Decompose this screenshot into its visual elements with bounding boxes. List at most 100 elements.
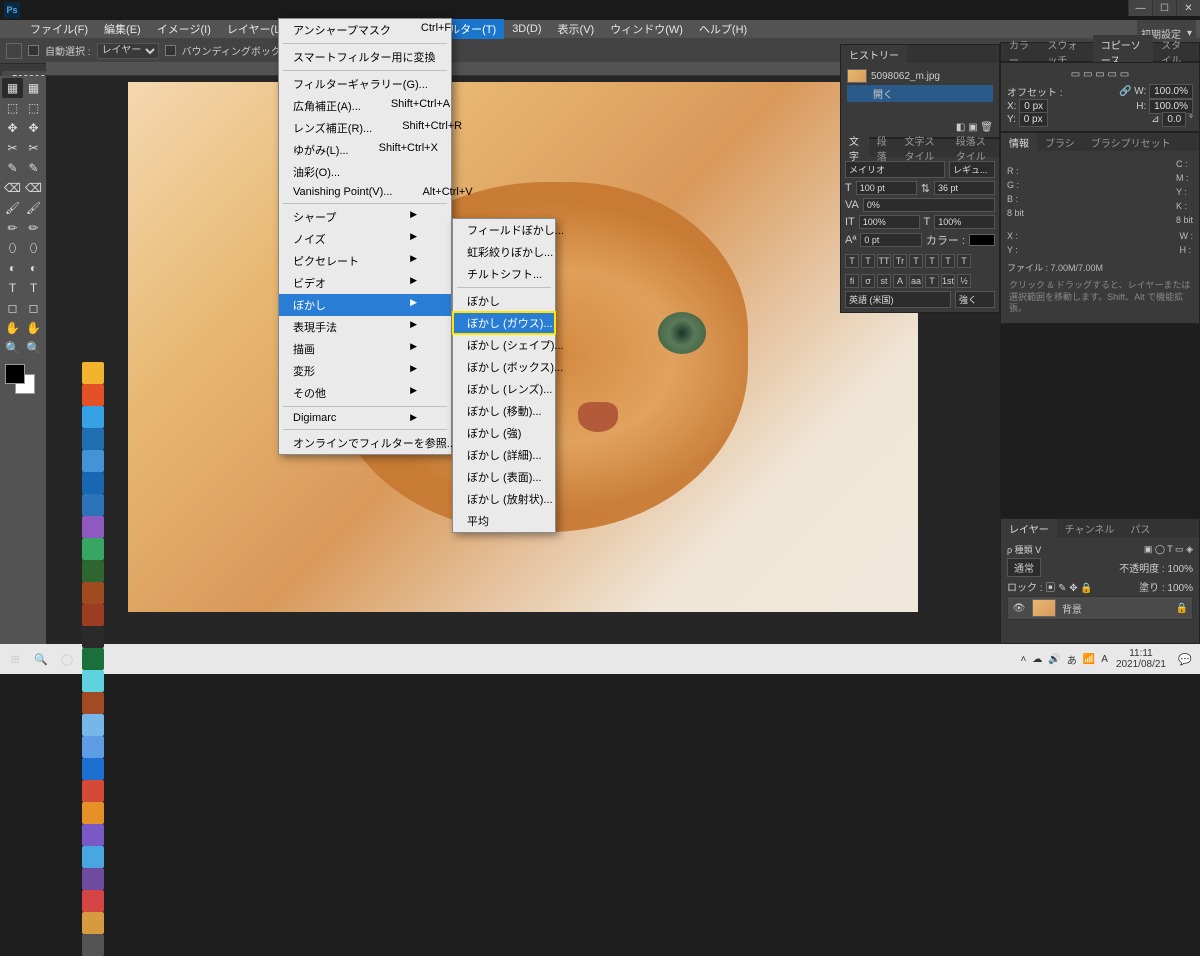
tool-button[interactable]: ⌫ [23,178,44,198]
menu-0[interactable]: ファイル(F) [22,19,96,39]
menu-item[interactable]: 描画▶ [279,338,451,360]
text-style-button[interactable]: T [925,254,939,268]
taskbar-app[interactable] [82,582,104,604]
taskbar-app[interactable] [82,428,104,450]
menu-item[interactable]: シャープ▶ [279,206,451,228]
menu-item[interactable]: フィルターギャラリー(G)... [279,73,451,95]
clone-source-icon[interactable]: ▭ [1120,69,1129,80]
taskbar-app[interactable] [82,802,104,824]
tab-history[interactable]: ヒストリー [841,45,907,64]
tool-button[interactable]: T [2,278,23,298]
menu-item[interactable]: その他▶ [279,382,451,404]
menu-item[interactable]: ゆがみ(L)...Shift+Ctrl+X [279,139,451,161]
text-style-button[interactable]: T [861,254,875,268]
menu-item[interactable]: レンズ補正(R)...Shift+Ctrl+R [279,117,451,139]
tool-button[interactable]: ◻ [23,298,44,318]
text-feature-button[interactable]: σ [861,274,875,288]
tool-button[interactable]: ⬚ [23,98,44,118]
tool-button[interactable]: ⬯ [23,238,44,258]
taskbar-app[interactable] [82,472,104,494]
tab[interactable]: チャンネル [1057,519,1123,538]
tool-button[interactable]: ✋ [2,318,23,338]
tab[interactable]: 情報 [1001,133,1037,152]
w-value[interactable]: 100.0% [1149,84,1193,99]
taskbar-app[interactable] [82,560,104,582]
font-style[interactable]: レギュ... [949,161,995,178]
menu-10[interactable]: ヘルプ(H) [691,19,755,39]
clone-source-icon[interactable]: ▭ [1095,69,1104,80]
taskbar-app[interactable] [82,780,104,802]
tool-button[interactable]: ⬚ [2,98,23,118]
menu-1[interactable]: 編集(E) [96,19,149,39]
fg-color[interactable] [5,364,25,384]
fill[interactable]: 100% [1167,583,1193,594]
close-button[interactable]: ✕ [1176,0,1200,16]
menu-item[interactable]: 変形▶ [279,360,451,382]
layer-row[interactable]: 👁 背景 🔒 [1007,596,1193,620]
tool-button[interactable]: 🖌 [2,198,23,218]
menu-item[interactable]: ぼかし (移動)... [453,400,555,422]
vscale[interactable]: 100% [859,215,920,229]
taskbar-app[interactable] [82,692,104,714]
chevron-up-icon[interactable]: ˄ [1021,654,1027,665]
tool-button[interactable]: 🔍 [2,338,23,358]
angle-value[interactable]: 0.0 [1162,112,1186,127]
anti-alias[interactable]: 強く [955,291,995,308]
language[interactable]: 英語 (米国) [845,291,951,308]
taskbar-app[interactable] [82,450,104,472]
menu-item[interactable]: アンシャープマスクCtrl+F [279,19,451,41]
text-feature-button[interactable]: 1st [941,274,955,288]
ime-icon[interactable]: あ [1067,652,1077,667]
opacity[interactable]: 100% [1167,564,1193,575]
menu-item[interactable]: ぼかし▶ [279,294,451,316]
menu-item[interactable]: ピクセレート▶ [279,250,451,272]
taskbar-app[interactable] [82,868,104,890]
tool-button[interactable]: ✋ [23,318,44,338]
text-style-button[interactable]: T [845,254,859,268]
text-style-button[interactable]: T [957,254,971,268]
text-style-button[interactable]: T [941,254,955,268]
history-document-row[interactable]: 5098062_m.jpg [847,69,993,83]
menu-9[interactable]: ウィンドウ(W) [602,19,691,39]
menu-item[interactable]: 油彩(O)... [279,161,451,183]
notifications-icon[interactable]: 💬 [1174,648,1196,670]
menu-item[interactable]: ぼかし (シェイプ)... [453,334,555,356]
tool-button[interactable]: T [23,278,44,298]
text-feature-button[interactable]: T [925,274,939,288]
onedrive-icon[interactable]: ☁ [1032,654,1042,665]
menu-item[interactable]: ぼかし [453,290,555,312]
taskbar-app[interactable] [82,406,104,428]
menu-item[interactable]: ノイズ▶ [279,228,451,250]
menu-item[interactable]: 表現手法▶ [279,316,451,338]
tab[interactable]: 段落スタイル [948,131,999,165]
hscale[interactable]: 100% [934,215,995,229]
text-style-button[interactable]: T [909,254,923,268]
tool-button[interactable]: 🔍 [23,338,44,358]
text-feature-button[interactable]: st [877,274,891,288]
tool-button[interactable]: ⬯ [2,238,23,258]
tab[interactable]: 段落 [869,131,897,165]
text-feature-button[interactable]: ½ [957,274,971,288]
menu-8[interactable]: 表示(V) [550,19,603,39]
clock[interactable]: 11:11 2021/08/21 [1112,648,1170,670]
system-tray[interactable]: ˄ ☁ 🔊 あ 📶 A [1021,652,1108,667]
tab[interactable]: 文字 [841,131,869,165]
taskbar-app[interactable] [82,604,104,626]
tool-button[interactable]: ✂ [2,138,23,158]
tool-button[interactable]: ◐ [23,258,44,278]
taskbar-app[interactable] [82,516,104,538]
taskbar-app[interactable] [82,670,104,692]
tool-button[interactable]: ✥ [2,118,23,138]
auto-select-target[interactable]: レイヤー [97,43,159,59]
menu-item[interactable]: チルトシフト... [453,263,555,285]
font-family[interactable]: メイリオ [845,161,945,178]
taskbar-app[interactable] [82,736,104,758]
taskbar-app[interactable] [82,714,104,736]
menu-item[interactable]: ぼかし (放射状)... [453,488,555,510]
menu-item[interactable]: Vanishing Point(V)...Alt+Ctrl+V [279,183,451,201]
tool-button[interactable]: ✥ [23,118,44,138]
menu-item[interactable]: ぼかし (強) [453,422,555,444]
clone-source-icon[interactable]: ▭ [1071,69,1080,80]
tab[interactable]: ブラシプリセット [1083,133,1179,152]
cortana-icon[interactable]: ◯ [56,648,78,670]
